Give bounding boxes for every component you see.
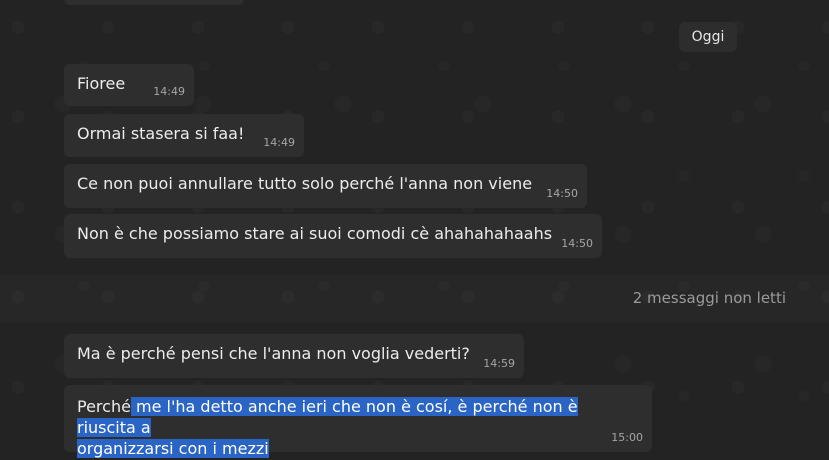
message-text: Non è che possiamo stare ai suoi comodi … bbox=[77, 224, 553, 243]
unread-divider: 2 messaggi non letti bbox=[0, 275, 829, 323]
message-time: 15:00 bbox=[611, 431, 643, 444]
date-separator: Oggi bbox=[679, 22, 737, 52]
message-time: 14:59 bbox=[483, 357, 515, 370]
message-text[interactable]: Perché me l'ha detto anche ieri che non … bbox=[77, 397, 578, 458]
chat-window: Oggi Fioree 14:49 Ormai stasera si faa! … bbox=[0, 0, 829, 460]
selected-text[interactable]: me l'ha detto anche ieri che non è cosí,… bbox=[77, 397, 578, 437]
message-bubble[interactable]: Non è che possiamo stare ai suoi comodi … bbox=[64, 214, 602, 258]
message-text: Fioree bbox=[77, 74, 126, 93]
message-time: 14:49 bbox=[263, 136, 295, 149]
message-time: 14:49 bbox=[153, 85, 185, 98]
message-bubble[interactable]: Ormai stasera si faa! 14:49 bbox=[64, 114, 304, 157]
message-bubble[interactable]: Fioree 14:49 bbox=[64, 64, 194, 106]
message-text: Ce non puoi annullare tutto solo perché … bbox=[77, 174, 533, 193]
message-bubble[interactable]: Ma è perché pensi che l'anna non voglia … bbox=[64, 334, 524, 378]
message-time: 14:50 bbox=[546, 187, 578, 200]
message-text: Ormai stasera si faa! bbox=[77, 124, 245, 143]
message-text: Ma è perché pensi che l'anna non voglia … bbox=[77, 344, 470, 363]
message-text-unselected: Perché bbox=[77, 397, 131, 416]
message-bubble[interactable]: Ce non puoi annullare tutto solo perché … bbox=[64, 164, 587, 208]
selected-text[interactable]: organizzarsi con i mezzi bbox=[77, 439, 269, 458]
previous-message-bubble bbox=[64, 0, 244, 5]
unread-count-label: 2 messaggi non letti bbox=[632, 289, 786, 307]
message-time: 14:50 bbox=[561, 237, 593, 250]
message-bubble[interactable]: Perché me l'ha detto anche ieri che non … bbox=[64, 385, 652, 458]
